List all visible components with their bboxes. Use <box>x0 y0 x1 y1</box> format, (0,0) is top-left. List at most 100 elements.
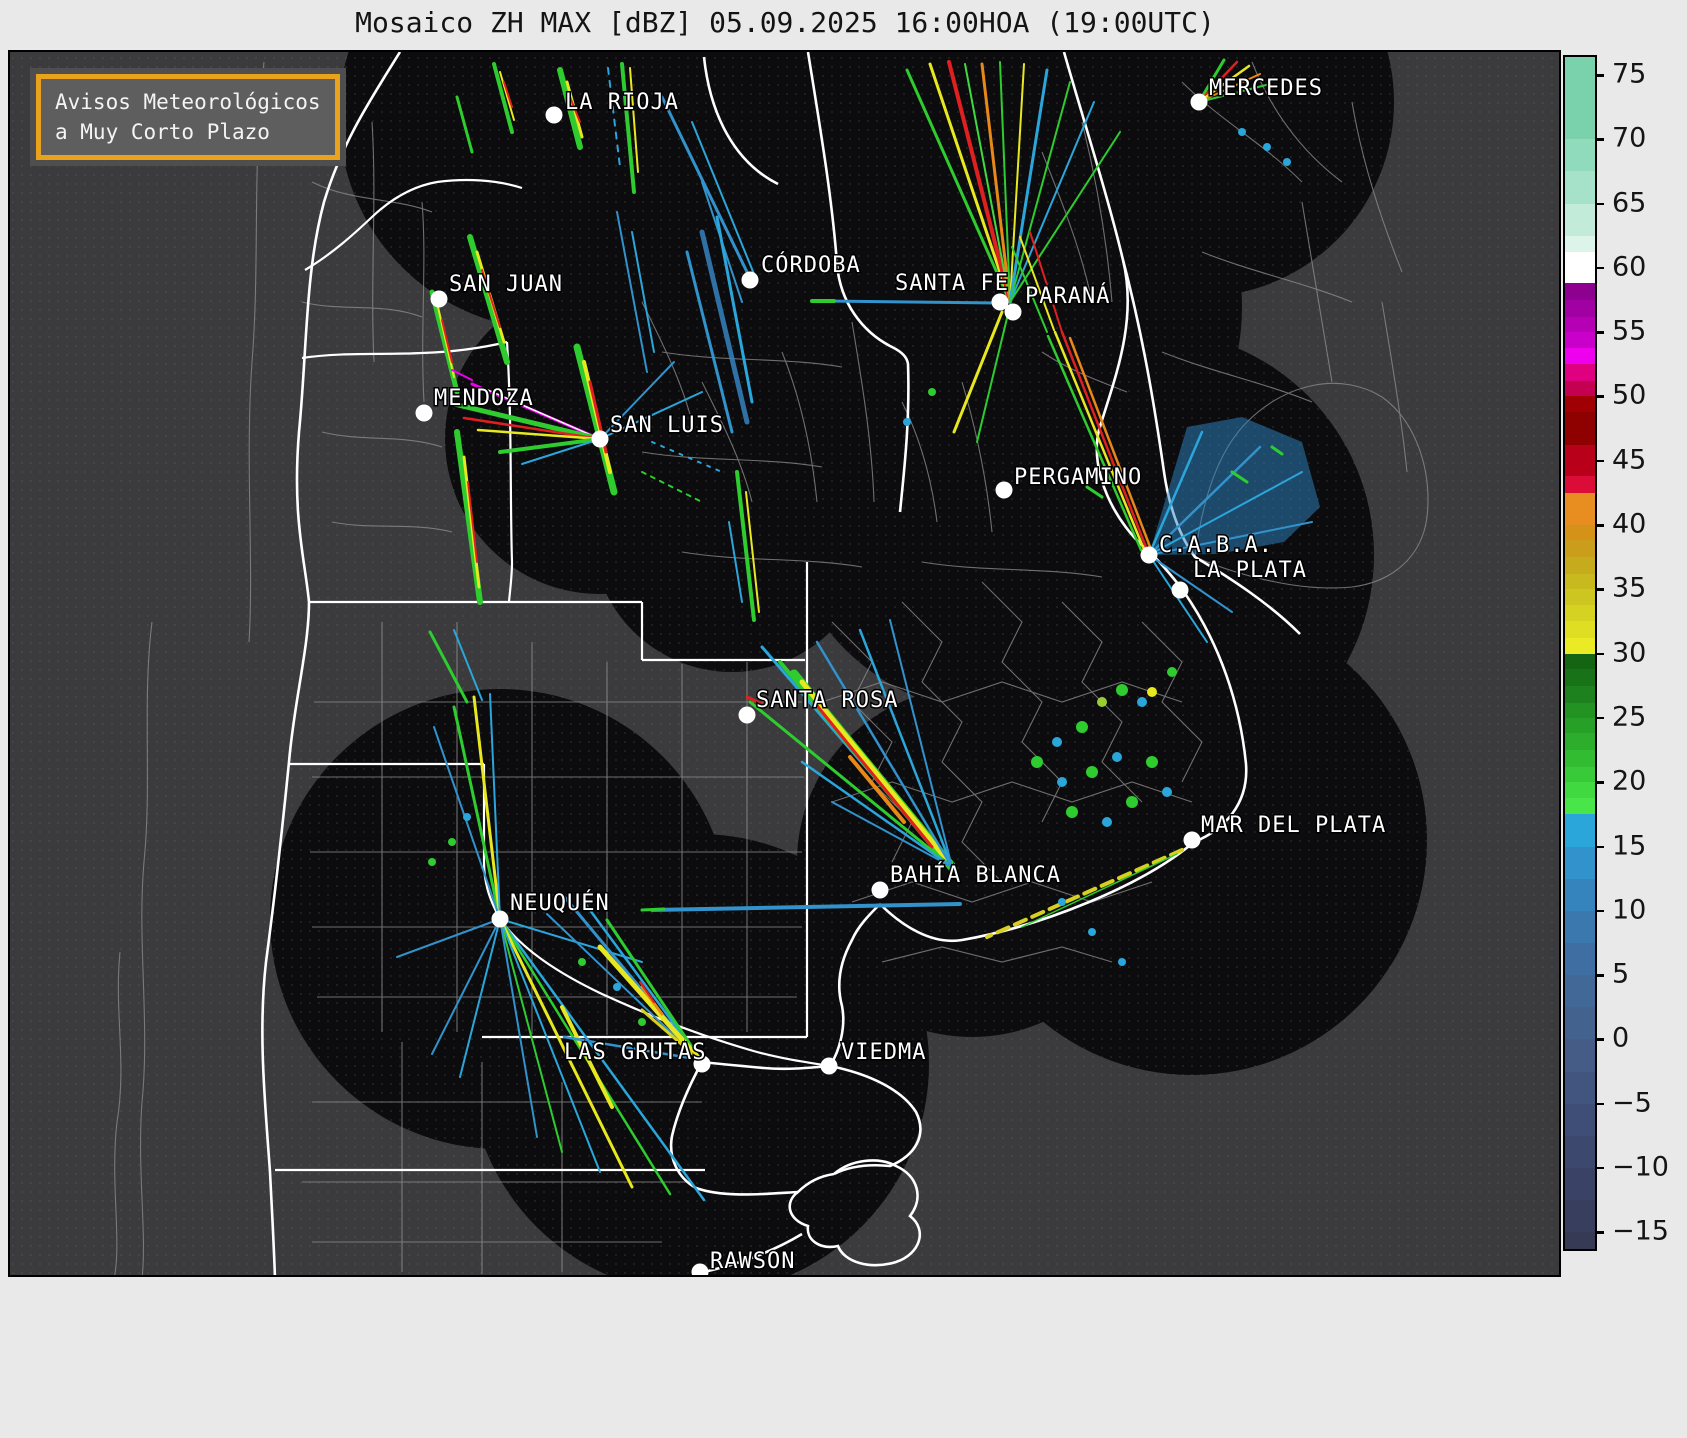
city-dot <box>1141 547 1158 564</box>
city-dot <box>492 911 509 928</box>
colorbar-segment <box>1565 621 1595 638</box>
colorbar-ticklabel: 55 <box>1612 315 1646 346</box>
city-label: SAN JUAN <box>449 272 563 297</box>
colorbar-segment <box>1565 605 1595 622</box>
city-label: VIEDMA <box>841 1040 926 1065</box>
colorbar-segment <box>1565 412 1595 446</box>
city-dot <box>416 405 433 422</box>
colorbar-ticklabel: −10 <box>1612 1151 1669 1182</box>
colorbar-tickmark <box>1595 910 1604 913</box>
warning-line2: a Muy Corto Plazo <box>55 117 321 147</box>
colorbar-ticklabel: 15 <box>1612 830 1646 861</box>
colorbar-segment <box>1565 847 1595 880</box>
footer: Servicio Meteorológico Nacional Argentin… <box>0 1279 1687 1438</box>
city-dot <box>821 1058 838 1075</box>
colorbar-segment <box>1565 476 1595 493</box>
colorbar-segment <box>1565 171 1595 204</box>
colorbar-segment <box>1565 733 1595 750</box>
colorbar-tickmark <box>1595 1231 1604 1234</box>
colorbar-segment <box>1565 975 1595 1008</box>
colorbar-tickmark <box>1595 974 1604 977</box>
city-dot <box>739 707 756 724</box>
city-label: MAR DEL PLATA <box>1201 813 1386 838</box>
colorbar-ticklabel: 65 <box>1612 187 1646 218</box>
colorbar-segment <box>1565 252 1595 283</box>
colorbar-segment <box>1565 750 1595 767</box>
colorbar-segment <box>1565 814 1595 847</box>
colorbar-tickmark <box>1595 331 1604 334</box>
radar-mosaic-page: Mosaico ZH MAX [dBZ] 05.09.2025 16:00HOA… <box>0 0 1687 1438</box>
colorbar-segment <box>1565 396 1595 412</box>
colorbar-ticklabel: 5 <box>1612 958 1629 989</box>
colorbar-segment <box>1565 767 1595 783</box>
colorbar-ticklabel: 10 <box>1612 894 1646 925</box>
colorbar-segment <box>1565 139 1595 172</box>
city-label: SANTA FE <box>895 271 1009 296</box>
colorbar-segment <box>1565 300 1595 317</box>
colorbar-ticklabel: 35 <box>1612 573 1646 604</box>
city-dot <box>1172 582 1189 599</box>
city-dot <box>1191 94 1208 111</box>
city-dot <box>872 882 889 899</box>
colorbar-tickmark <box>1595 1167 1604 1170</box>
city-label: LAS GRUTAS <box>564 1040 706 1065</box>
colorbar-segment <box>1565 348 1595 365</box>
colorbar-tickmark <box>1595 1038 1604 1041</box>
warning-badge[interactable]: Avisos Meteorológicos a Muy Corto Plazo <box>30 68 346 166</box>
city-label: MERCEDES <box>1209 76 1323 101</box>
city-label: CÓRDOBA <box>761 252 861 278</box>
colorbar-segment <box>1565 943 1595 976</box>
city-dot <box>742 272 759 289</box>
colorbar-ticklabel: 70 <box>1612 123 1646 154</box>
colorbar-tickmark <box>1595 524 1604 527</box>
colorbar-ticklabel: −15 <box>1612 1216 1669 1247</box>
colorbar-segment <box>1565 236 1595 253</box>
colorbar-segment <box>1565 703 1595 719</box>
city-dot <box>996 482 1013 499</box>
city-label: BAHÍA BLANCA <box>890 862 1061 888</box>
city-label: LA PLATA <box>1193 558 1307 583</box>
colorbar-tickmark <box>1595 717 1604 720</box>
colorbar-ticklabel: 0 <box>1612 1023 1629 1054</box>
colorbar-segment <box>1565 557 1595 574</box>
colorbar-segment <box>1565 445 1595 476</box>
city-label: SANTA ROSA <box>756 688 898 713</box>
colorbar-tickmark <box>1595 1103 1604 1106</box>
colorbar-ticklabel: 40 <box>1612 508 1646 539</box>
city-dot <box>592 431 609 448</box>
colorbar-segment <box>1565 364 1595 381</box>
colorbar-segment <box>1565 1104 1595 1137</box>
colorbar-tickmark <box>1595 203 1604 206</box>
colorbar-tickmark <box>1595 138 1604 141</box>
colorbar-segment <box>1565 317 1595 333</box>
colorbar-segment <box>1565 540 1595 557</box>
colorbar-tickmark <box>1595 460 1604 463</box>
colorbar-segment <box>1565 381 1595 397</box>
warning-line1: Avisos Meteorológicos <box>55 87 321 117</box>
colorbar-segment <box>1565 525 1595 541</box>
colorbar-ticklabel: 60 <box>1612 251 1646 282</box>
colorbar-ticklabel: 50 <box>1612 380 1646 411</box>
colorbar-tickmark <box>1595 781 1604 784</box>
colorbar-tickmark <box>1595 267 1604 270</box>
city-dot <box>1005 304 1022 321</box>
colorbar-ticklabel: 45 <box>1612 444 1646 475</box>
city-label: PERGAMINO <box>1014 465 1142 490</box>
colorbar-segment <box>1565 574 1595 590</box>
colorbar-segment <box>1565 1232 1595 1249</box>
dot-texture <box>10 52 1559 1275</box>
colorbar-segment <box>1565 493 1595 526</box>
city-dot <box>1184 832 1201 849</box>
colorbar-tickmark <box>1595 588 1604 591</box>
city-dot <box>546 107 563 124</box>
colorbar-segment <box>1565 1007 1595 1040</box>
colorbar-segment <box>1565 1136 1595 1169</box>
colorbar-segment <box>1565 798 1595 815</box>
colorbar-segment <box>1565 669 1595 686</box>
colorbar-tickmark <box>1595 74 1604 77</box>
colorbar-segment <box>1565 782 1595 798</box>
colorbar-segment <box>1565 638 1595 654</box>
city-dot <box>431 291 448 308</box>
colorbar-segment <box>1565 332 1595 348</box>
colorbar-segment <box>1565 57 1595 140</box>
